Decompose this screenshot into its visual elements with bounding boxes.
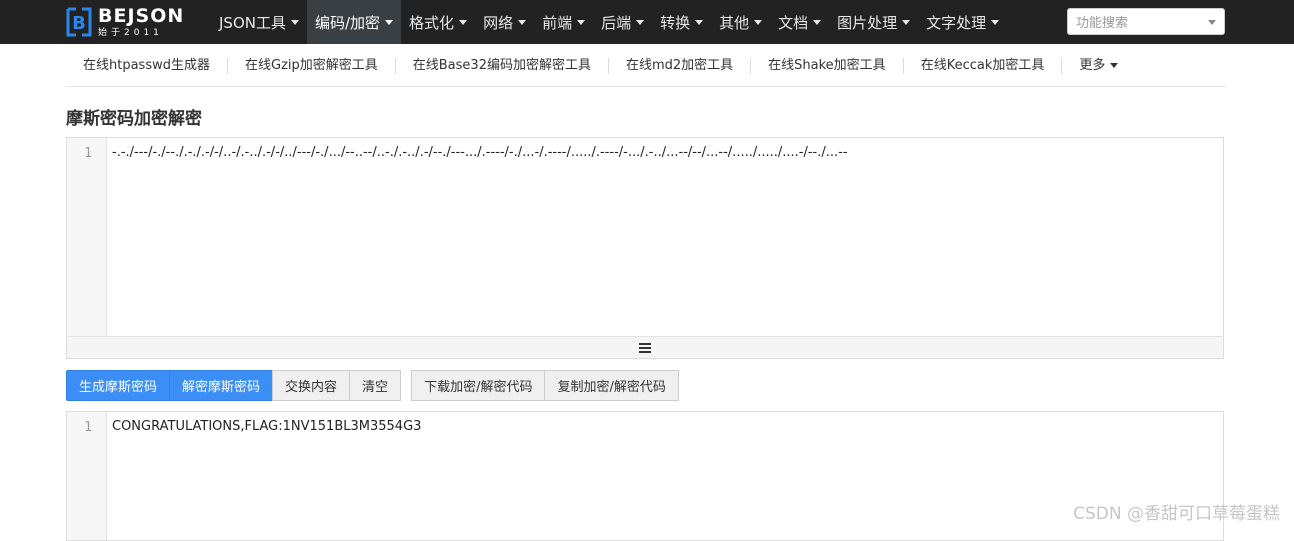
nav-item-json-tools[interactable]: JSON工具	[211, 0, 307, 44]
caret-down-icon	[813, 19, 822, 25]
copy-code-button[interactable]: 复制加密/解密代码	[544, 370, 679, 401]
subnav-more-dropdown[interactable]: 更多	[1062, 58, 1135, 74]
caret-down-icon	[902, 19, 911, 25]
main-nav: JSON工具 编码/加密 格式化 网络 前端 后端 转换 其他 文档 图片处理 …	[211, 0, 1007, 44]
nav-item-backend[interactable]: 后端	[593, 0, 652, 44]
more-label: 更多	[1079, 58, 1106, 73]
caret-down-icon	[385, 19, 394, 25]
line-gutter: 1	[67, 412, 107, 540]
result-output-editor[interactable]: 1 CONGRATULATIONS,FLAG:1NV151BL3M3554G3	[66, 411, 1224, 541]
nav-item-network[interactable]: 网络	[475, 0, 534, 44]
input-text[interactable]: -.-./---/-./--./.-./.-/-/..-/.-../.-/-/.…	[112, 145, 1217, 160]
swap-content-button[interactable]: 交换内容	[272, 370, 351, 401]
action-buttons: 生成摩斯密码 解密摩斯密码 交换内容 清空 下载加密/解密代码 复制加密/解密代…	[66, 370, 679, 401]
caret-down-icon	[1110, 63, 1119, 68]
caret-down-icon	[754, 19, 763, 25]
nav-item-encode-encrypt[interactable]: 编码/加密	[306, 0, 402, 44]
decode-morse-button[interactable]: 解密摩斯密码	[169, 370, 274, 401]
caret-down-icon	[518, 19, 527, 25]
logo-subtitle: 始于2011	[98, 27, 163, 38]
output-text[interactable]: CONGRATULATIONS,FLAG:1NV151BL3M3554G3	[112, 419, 1217, 434]
logo-title: BEJSON	[98, 4, 185, 27]
line-gutter: 1	[67, 138, 107, 337]
nav-label: 转换	[660, 13, 691, 32]
caret-down-icon	[290, 19, 299, 25]
encode-morse-button[interactable]: 生成摩斯密码	[66, 370, 171, 401]
chevron-down-icon	[1208, 20, 1216, 25]
nav-item-other[interactable]: 其他	[711, 0, 770, 44]
nav-label: 其他	[719, 13, 750, 32]
logo-icon: B	[66, 7, 92, 37]
nav-label: 网络	[483, 13, 514, 32]
nav-label: 文档	[778, 13, 809, 32]
nav-label: 编码/加密	[314, 13, 381, 32]
subnav-item-gzip[interactable]: 在线Gzip加密解密工具	[228, 58, 396, 74]
nav-item-frontend[interactable]: 前端	[534, 0, 593, 44]
subnav-item-keccak[interactable]: 在线Keccak加密工具	[904, 58, 1063, 74]
watermark-text: CSDN @香甜可口草莓蛋糕	[1073, 504, 1280, 524]
nav-item-docs[interactable]: 文档	[770, 0, 829, 44]
subnav-item-htpasswd[interactable]: 在线htpasswd生成器	[66, 58, 228, 74]
download-code-button[interactable]: 下载加密/解密代码	[411, 370, 546, 401]
top-navbar: B BEJSON 始于2011 JSON工具 编码/加密 格式化 网络 前端 后…	[0, 0, 1294, 44]
logo[interactable]: B BEJSON 始于2011	[66, 5, 184, 39]
caret-down-icon	[459, 19, 468, 25]
editor-resize-handle[interactable]	[67, 336, 1223, 358]
line-number: 1	[84, 146, 92, 161]
nav-label: 后端	[601, 13, 632, 32]
subnav-item-md2[interactable]: 在线md2加密工具	[609, 58, 752, 74]
search-placeholder: 功能搜索	[1076, 16, 1129, 31]
subnav-item-shake[interactable]: 在线Shake加密工具	[751, 58, 904, 74]
nav-label: 图片处理	[837, 13, 898, 32]
nav-item-text[interactable]: 文字处理	[918, 0, 1007, 44]
nav-label: JSON工具	[219, 13, 286, 32]
nav-item-format[interactable]: 格式化	[401, 0, 475, 44]
caret-down-icon	[991, 19, 1000, 25]
svg-text:B: B	[72, 13, 86, 34]
nav-label: 前端	[542, 13, 573, 32]
page-title: 摩斯密码加密解密	[66, 109, 202, 129]
caret-down-icon	[636, 19, 645, 25]
related-tools-nav: 在线htpasswd生成器 在线Gzip加密解密工具 在线Base32编码加密解…	[66, 46, 1226, 87]
nav-item-image[interactable]: 图片处理	[829, 0, 918, 44]
nav-label: 格式化	[409, 13, 455, 32]
morse-input-editor[interactable]: 1 -.-./---/-./--./.-./.-/-/..-/.-../.-/-…	[66, 137, 1224, 359]
clear-button[interactable]: 清空	[349, 370, 402, 401]
line-number: 1	[84, 420, 92, 435]
caret-down-icon	[695, 19, 704, 25]
subnav-item-base32[interactable]: 在线Base32编码加密解密工具	[396, 58, 609, 74]
caret-down-icon	[577, 19, 586, 25]
feature-search-select[interactable]: 功能搜索	[1067, 8, 1225, 35]
drag-handle-icon	[639, 342, 651, 353]
nav-label: 文字处理	[926, 13, 987, 32]
nav-item-convert[interactable]: 转换	[652, 0, 711, 44]
